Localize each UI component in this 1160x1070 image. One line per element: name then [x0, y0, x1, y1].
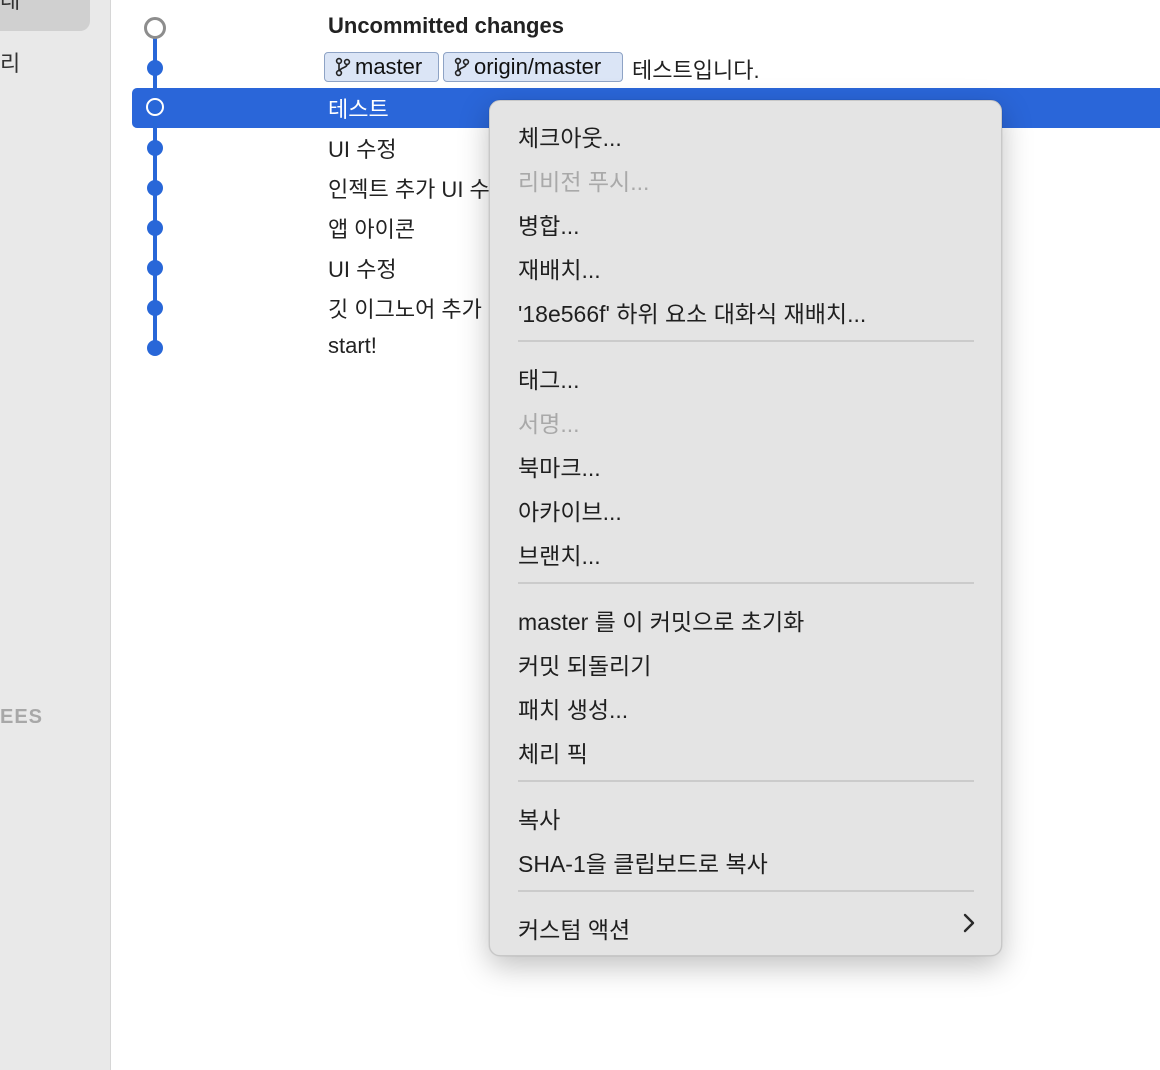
menu-separator [518, 582, 974, 584]
menu-item-create-patch[interactable]: 패치 생성... [518, 691, 628, 725]
commit-message[interactable]: 인젝트 추가 UI 수 [328, 172, 490, 204]
commit-node [147, 260, 163, 276]
sidebar: 태 리 EES [0, 0, 111, 1070]
commit-message[interactable]: Uncommitted changes [328, 13, 564, 39]
menu-item-checkout[interactable]: 체크아웃... [518, 119, 622, 153]
context-menu: 체크아웃... 리비전 푸시... 병합... 재배치... '18e566f'… [489, 100, 1002, 956]
menu-item-revert-commit[interactable]: 커밋 되돌리기 [518, 647, 651, 681]
branch-icon [335, 57, 351, 77]
branch-badge-label: origin/master [474, 54, 602, 79]
menu-item-branch[interactable]: 브랜치... [518, 537, 601, 571]
menu-item-copy[interactable]: 복사 [518, 801, 560, 835]
commit-node [147, 300, 163, 316]
menu-item-bookmark[interactable]: 북마크... [518, 449, 601, 483]
branch-badge-label: master [355, 54, 423, 79]
commit-message[interactable]: UI 수정 [328, 132, 397, 164]
commit-message[interactable]: start! [328, 333, 377, 359]
commit-node [147, 60, 163, 76]
uncommitted-node [144, 17, 166, 39]
commit-node [147, 180, 163, 196]
menu-item-merge[interactable]: 병합... [518, 207, 580, 241]
menu-item-archive[interactable]: 아카이브... [518, 493, 622, 527]
commit-message[interactable]: 깃 이그노어 추가 [328, 292, 482, 324]
branch-badge[interactable]: master [324, 52, 439, 82]
menu-separator [518, 890, 974, 892]
commit-node [147, 220, 163, 236]
menu-item-cherry-pick[interactable]: 체리 픽 [518, 735, 588, 769]
sidebar-item-selected[interactable]: 태 [0, 0, 90, 31]
sidebar-section-header: EES [0, 706, 44, 728]
commit-message[interactable]: UI 수정 [328, 252, 397, 284]
menu-separator [518, 340, 974, 342]
menu-item-custom-actions[interactable]: 커스텀 액션 [518, 911, 630, 945]
chevron-right-icon [963, 913, 975, 938]
commit-node [147, 340, 163, 356]
menu-separator [518, 780, 974, 782]
menu-item-interactive-rebase[interactable]: '18e566f' 하위 요소 대화식 재배치... [518, 295, 866, 329]
menu-item-reset[interactable]: master 를 이 커밋으로 초기화 [518, 603, 804, 637]
menu-item-push-revision: 리비전 푸시... [518, 169, 650, 195]
commit-node-selected [146, 98, 164, 116]
menu-item-sign: 서명... [518, 411, 580, 437]
sidebar-item-label: 태 [0, 0, 21, 13]
menu-item-tag[interactable]: 태그... [518, 361, 580, 395]
commit-node [147, 140, 163, 156]
commit-message[interactable]: 테스트 [328, 92, 389, 124]
menu-item-copy-sha[interactable]: SHA-1을 클립보드로 복사 [518, 845, 768, 879]
branch-badge[interactable]: origin/master [443, 52, 623, 82]
branch-icon [454, 57, 470, 77]
commit-message[interactable]: 테스트입니다. [632, 53, 760, 85]
commit-message[interactable]: 앱 아이콘 [328, 212, 415, 244]
sidebar-item[interactable]: 리 [0, 46, 20, 78]
menu-item-rebase[interactable]: 재배치... [518, 251, 601, 285]
